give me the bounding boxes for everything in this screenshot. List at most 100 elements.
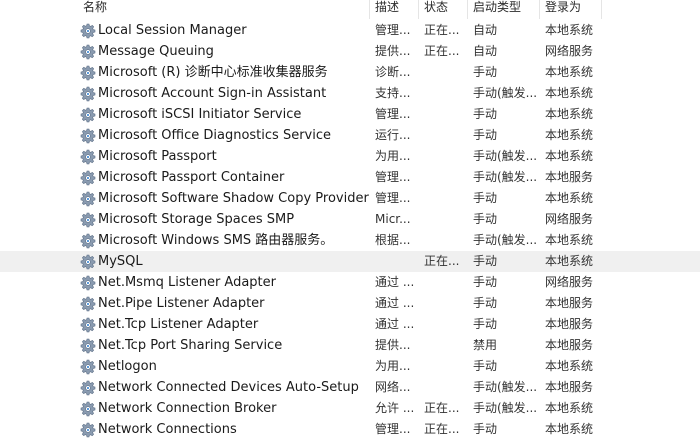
service-description bbox=[375, 251, 420, 272]
service-status bbox=[424, 272, 469, 293]
service-startup-type: 手动 bbox=[473, 275, 498, 289]
service-row[interactable]: Microsoft Account Sign-in Assistant 支持...… bbox=[0, 83, 700, 104]
service-log-on-as: 本地系统 bbox=[545, 86, 594, 100]
service-description: 网络... bbox=[375, 380, 411, 394]
service-row[interactable]: Message Queuing 提供... 正在... 自动 网络服务 bbox=[0, 41, 700, 62]
column-header-bar: 名称 描述 状态 启动类型 登录为 bbox=[0, 0, 700, 19]
gear-icon bbox=[80, 149, 96, 165]
service-description: 诊断... bbox=[375, 65, 411, 79]
column-header-description[interactable]: 描述 bbox=[370, 0, 419, 19]
service-row[interactable]: Microsoft Storage Spaces SMP Micr... 手动 网络服… bbox=[0, 209, 700, 230]
service-name-cell: Network Connected Devices Auto-Setup bbox=[80, 377, 370, 398]
service-row[interactable]: Netlogon 为用... 手动 本地系统 bbox=[0, 356, 700, 377]
service-row[interactable]: Microsoft Passport Container 管理... 手动(触发..… bbox=[0, 167, 700, 188]
service-description: 提供... bbox=[375, 44, 411, 58]
service-description: 通过 ... bbox=[375, 275, 415, 289]
service-status bbox=[424, 167, 469, 188]
service-name-cell: Microsoft Account Sign-in Assistant bbox=[80, 83, 370, 104]
service-name-cell: Microsoft Windows SMS 路由器服务。 bbox=[80, 230, 370, 251]
service-status bbox=[424, 104, 469, 125]
gear-icon bbox=[80, 275, 96, 291]
column-header-log-on-as[interactable]: 登录为 bbox=[540, 0, 602, 19]
service-startup-type: 手动 bbox=[473, 128, 498, 142]
service-description: 支持... bbox=[375, 86, 411, 100]
service-row[interactable]: Microsoft Passport 为用... 手动(触发... 本地系统 bbox=[0, 146, 700, 167]
column-header-name[interactable]: 名称 bbox=[78, 0, 370, 19]
service-row[interactable]: Network Connection Broker 允许 ... 正在... 手动(触… bbox=[0, 398, 700, 419]
gear-icon bbox=[80, 107, 96, 123]
service-name: Microsoft iSCSI Initiator Service bbox=[98, 107, 302, 122]
service-name: Network Connections bbox=[98, 422, 237, 437]
service-name-cell: Microsoft Storage Spaces SMP bbox=[80, 209, 370, 230]
service-name-cell: Message Queuing bbox=[80, 41, 370, 62]
service-row[interactable]: Net.Msmq Listener Adapter 通过 ... 手动 网络服务 bbox=[0, 272, 700, 293]
service-name-cell: Net.Tcp Listener Adapter bbox=[80, 314, 370, 335]
service-startup-type: 禁用 bbox=[473, 338, 498, 352]
service-name: Net.Pipe Listener Adapter bbox=[98, 296, 265, 311]
service-startup-type: 手动 bbox=[473, 317, 498, 331]
service-log-on-as: 本地服务 bbox=[545, 338, 594, 352]
service-rows: Local Session Manager 管理... 正在... 自动 本地系统 Mes… bbox=[0, 20, 700, 440]
service-description: 管理... bbox=[375, 23, 411, 37]
service-startup-type: 手动 bbox=[473, 422, 498, 436]
gear-icon bbox=[80, 233, 96, 249]
service-startup-type: 手动(触发... bbox=[473, 149, 538, 163]
gear-icon bbox=[80, 422, 96, 438]
service-name-cell: Netlogon bbox=[80, 356, 370, 377]
service-startup-type: 手动 bbox=[473, 212, 498, 226]
service-row[interactable]: Microsoft (R) 诊断中心标准收集器服务 诊断... 手动 本地系统 bbox=[0, 62, 700, 83]
gear-icon bbox=[80, 212, 96, 228]
service-log-on-as: 网络服务 bbox=[545, 212, 594, 226]
service-description: 管理... bbox=[375, 107, 411, 121]
gear-icon bbox=[80, 44, 96, 60]
service-log-on-as: 本地系统 bbox=[545, 359, 594, 373]
service-log-on-as: 本地服务 bbox=[545, 296, 594, 310]
service-name: Microsoft Passport bbox=[98, 149, 217, 164]
service-log-on-as: 网络服务 bbox=[545, 275, 594, 289]
column-header-startup-type[interactable]: 启动类型 bbox=[468, 0, 540, 19]
service-row[interactable]: Network Connections 管理... 正在... 手动 本地系统 bbox=[0, 419, 700, 440]
service-name: Message Queuing bbox=[98, 44, 214, 59]
service-description: 允许 ... bbox=[375, 401, 415, 415]
service-log-on-as: 本地系统 bbox=[545, 128, 594, 142]
service-name-cell: Network Connections bbox=[80, 419, 370, 440]
service-status bbox=[424, 146, 469, 167]
service-startup-type: 自动 bbox=[473, 23, 498, 37]
service-description: Micr... bbox=[375, 212, 411, 226]
gear-icon bbox=[80, 401, 96, 417]
service-log-on-as: 本地系统 bbox=[545, 422, 594, 436]
service-row[interactable]: Net.Tcp Listener Adapter 通过 ... 手动 本地服务 bbox=[0, 314, 700, 335]
service-name: Local Session Manager bbox=[98, 23, 247, 38]
service-status bbox=[424, 125, 469, 146]
service-row[interactable]: Net.Pipe Listener Adapter 通过 ... 手动 本地服务 bbox=[0, 293, 700, 314]
service-startup-type: 手动(触发... bbox=[473, 401, 538, 415]
service-row[interactable]: Microsoft Windows SMS 路由器服务。 根据... 手动(触发..… bbox=[0, 230, 700, 251]
service-name: Microsoft Passport Container bbox=[98, 170, 285, 185]
service-row[interactable]: Local Session Manager 管理... 正在... 自动 本地系统 bbox=[0, 20, 700, 41]
service-row[interactable]: Microsoft Software Shadow Copy Provider 管… bbox=[0, 188, 700, 209]
service-name: Net.Msmq Listener Adapter bbox=[98, 275, 277, 290]
service-status bbox=[424, 62, 469, 83]
service-startup-type: 手动(触发... bbox=[473, 233, 538, 247]
service-status bbox=[424, 314, 469, 335]
service-row[interactable]: Network Connected Devices Auto-Setup 网络..… bbox=[0, 377, 700, 398]
service-log-on-as: 本地系统 bbox=[545, 23, 594, 37]
gear-icon bbox=[80, 86, 96, 102]
service-name: Network Connected Devices Auto-Setup bbox=[98, 380, 359, 395]
service-row[interactable]: Microsoft iSCSI Initiator Service 管理... 手动… bbox=[0, 104, 700, 125]
service-status: 正在... bbox=[424, 44, 460, 58]
service-status bbox=[424, 209, 469, 230]
services-list: 名称 描述 状态 启动类型 登录为 Local Session Manager 管… bbox=[0, 0, 700, 438]
service-name: Microsoft Office Diagnostics Service bbox=[98, 128, 331, 143]
service-row[interactable]: Microsoft Office Diagnostics Service 运行..… bbox=[0, 125, 700, 146]
column-header-status[interactable]: 状态 bbox=[419, 0, 468, 19]
service-row[interactable]: MySQL 正在... 手动 本地系统 bbox=[0, 251, 700, 272]
service-startup-type: 手动(触发... bbox=[473, 380, 538, 394]
gear-icon bbox=[80, 170, 96, 186]
service-row[interactable]: Net.Tcp Port Sharing Service 提供... 禁用 本地服务 bbox=[0, 335, 700, 356]
service-status: 正在... bbox=[424, 23, 460, 37]
service-name-cell: Microsoft Passport Container bbox=[80, 167, 370, 188]
service-name-cell: Net.Msmq Listener Adapter bbox=[80, 272, 370, 293]
gear-icon bbox=[80, 338, 96, 354]
service-startup-type: 手动 bbox=[473, 359, 498, 373]
